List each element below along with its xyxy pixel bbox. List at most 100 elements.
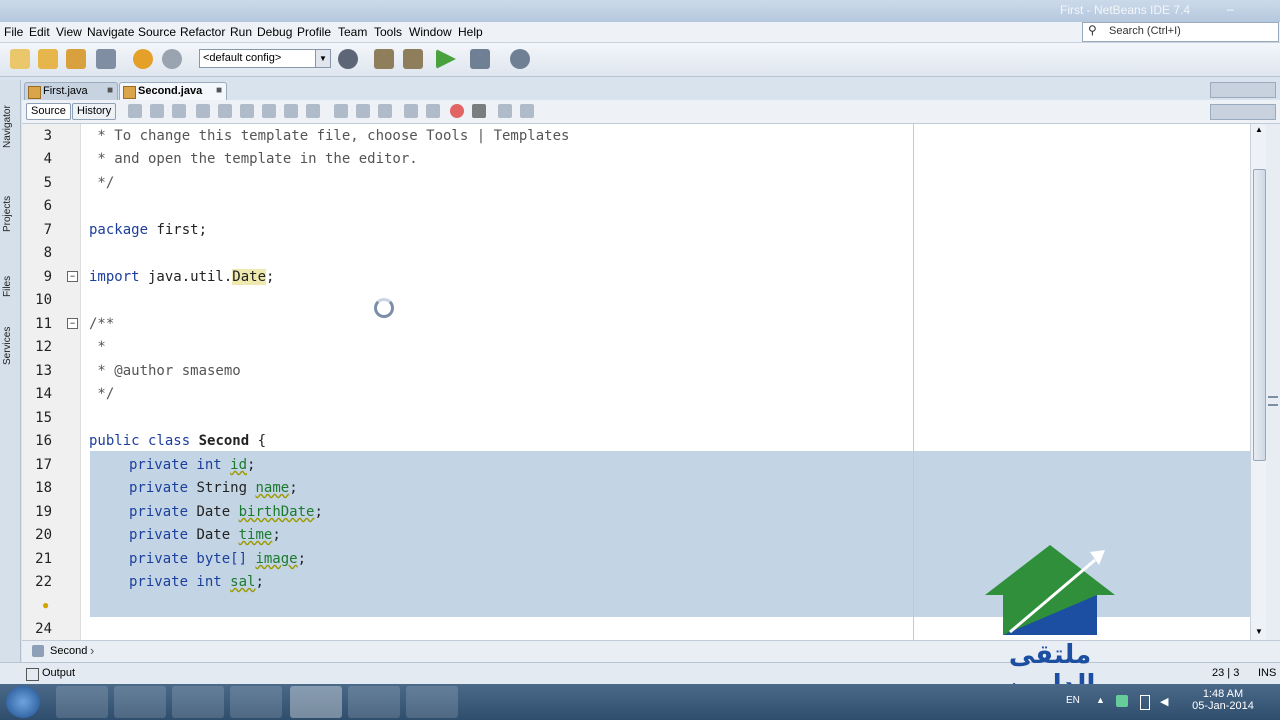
scroll-down-icon[interactable]: ▼ bbox=[1255, 627, 1263, 636]
config-select[interactable]: <default config> ▼ bbox=[199, 49, 331, 68]
language-indicator[interactable]: EN bbox=[1066, 695, 1080, 706]
fold-toggle-icon[interactable]: − bbox=[67, 318, 78, 329]
tab-second-java[interactable]: Second.java ■ bbox=[119, 82, 227, 100]
previous-bookmark-icon[interactable] bbox=[334, 104, 348, 118]
shift-right-icon[interactable] bbox=[426, 104, 440, 118]
menu-navigate[interactable]: Navigate bbox=[87, 25, 134, 39]
code-text: ; bbox=[314, 504, 323, 520]
keyword: private int bbox=[129, 457, 222, 473]
toggle-rectangular-selection-icon[interactable] bbox=[306, 104, 320, 118]
explorer-taskbar-icon[interactable] bbox=[56, 686, 108, 718]
debug-icon[interactable] bbox=[470, 49, 490, 69]
menu-window[interactable]: Window bbox=[409, 25, 452, 39]
breadcrumb-item[interactable]: Second bbox=[50, 645, 87, 657]
close-icon[interactable]: ■ bbox=[216, 85, 222, 96]
lightbulb-icon[interactable]: ● bbox=[42, 598, 49, 612]
save-all-icon[interactable] bbox=[96, 49, 116, 69]
source-button[interactable]: Source bbox=[26, 103, 71, 120]
chevron-down-icon[interactable]: ▼ bbox=[315, 50, 330, 67]
app-taskbar-icon[interactable] bbox=[406, 686, 458, 718]
find-next-icon[interactable] bbox=[262, 104, 276, 118]
close-icon[interactable]: ■ bbox=[107, 85, 113, 96]
window-controls[interactable]: – bbox=[1225, 2, 1280, 18]
back-icon[interactable] bbox=[128, 104, 142, 118]
menu-view[interactable]: View bbox=[56, 25, 82, 39]
tab-scroll-controls[interactable] bbox=[1210, 82, 1276, 98]
forward-icon[interactable] bbox=[150, 104, 164, 118]
volume-icon[interactable]: ◀ bbox=[1160, 695, 1168, 708]
side-tab-navigator[interactable]: Navigator bbox=[2, 98, 18, 148]
netbeans-taskbar-icon[interactable] bbox=[290, 686, 342, 718]
toggle-highlight-icon[interactable] bbox=[284, 104, 298, 118]
app-taskbar-icon[interactable] bbox=[348, 686, 400, 718]
menu-debug[interactable]: Debug bbox=[257, 25, 292, 39]
dropdown-icon[interactable] bbox=[196, 104, 210, 118]
stop-macro-icon[interactable] bbox=[472, 104, 486, 118]
menu-edit[interactable]: Edit bbox=[29, 25, 50, 39]
code-line: import java.util.Date; bbox=[89, 269, 274, 285]
code-line: package first; bbox=[89, 222, 207, 238]
menu-team[interactable]: Team bbox=[338, 25, 367, 39]
menu-source[interactable]: Source bbox=[138, 25, 176, 39]
find-icon[interactable] bbox=[218, 104, 232, 118]
side-tab-projects[interactable]: Projects bbox=[2, 182, 18, 232]
start-button[interactable] bbox=[6, 686, 40, 718]
battery-icon[interactable] bbox=[1140, 695, 1150, 710]
stripe-marker[interactable] bbox=[1268, 404, 1278, 406]
tab-first-java[interactable]: First.java ■ bbox=[24, 82, 118, 100]
menu-run[interactable]: Run bbox=[230, 25, 252, 39]
last-edit-icon[interactable] bbox=[172, 104, 186, 118]
stripe-marker[interactable] bbox=[1268, 396, 1278, 398]
globe-icon[interactable] bbox=[338, 49, 358, 69]
code-line: private Date birthDate; bbox=[129, 504, 323, 520]
side-tab-files[interactable]: Files bbox=[2, 265, 18, 297]
new-project-icon[interactable] bbox=[38, 49, 58, 69]
menu-profile[interactable]: Profile bbox=[297, 25, 331, 39]
uncomment-icon[interactable] bbox=[520, 104, 534, 118]
scrollbar-thumb[interactable] bbox=[1253, 169, 1266, 461]
new-file-icon[interactable] bbox=[10, 49, 30, 69]
redo-icon[interactable] bbox=[162, 49, 182, 69]
undo-icon[interactable] bbox=[133, 49, 153, 69]
line-number: 15 bbox=[35, 410, 52, 426]
side-tab-services[interactable]: Services bbox=[2, 315, 18, 365]
media-player-icon[interactable] bbox=[230, 686, 282, 718]
clean-build-icon[interactable] bbox=[403, 49, 423, 69]
field-name: sal bbox=[230, 574, 256, 590]
fold-toggle-icon[interactable]: − bbox=[67, 271, 78, 282]
tray-expand-icon[interactable]: ▲ bbox=[1096, 695, 1105, 705]
internet-explorer-icon[interactable] bbox=[114, 686, 166, 718]
firefox-icon[interactable] bbox=[172, 686, 224, 718]
toggle-bookmark-icon[interactable] bbox=[378, 104, 392, 118]
shift-left-icon[interactable] bbox=[404, 104, 418, 118]
line-number: 18 bbox=[35, 480, 52, 496]
search-input[interactable]: ⚲ Search (Ctrl+I) bbox=[1082, 22, 1279, 42]
scroll-up-icon[interactable]: ▲ bbox=[1255, 125, 1263, 134]
error-stripe[interactable] bbox=[1266, 124, 1280, 640]
panel-window-controls[interactable] bbox=[1210, 104, 1276, 120]
network-icon[interactable] bbox=[1116, 695, 1128, 707]
profile-icon[interactable] bbox=[510, 49, 530, 69]
next-bookmark-icon[interactable] bbox=[356, 104, 370, 118]
menu-refactor[interactable]: Refactor bbox=[180, 25, 225, 39]
class-icon bbox=[32, 645, 44, 657]
minimize-icon[interactable]: – bbox=[1227, 2, 1234, 16]
find-previous-icon[interactable] bbox=[240, 104, 254, 118]
menu-help[interactable]: Help bbox=[458, 25, 483, 39]
menu-file[interactable]: File bbox=[4, 25, 23, 39]
history-button[interactable]: History bbox=[72, 103, 117, 120]
code-text: ; bbox=[297, 551, 307, 567]
keyword: private byte[] bbox=[129, 551, 248, 567]
run-icon[interactable] bbox=[436, 49, 456, 69]
vertical-scrollbar[interactable]: ▲ ▼ bbox=[1250, 124, 1267, 640]
open-project-icon[interactable] bbox=[66, 49, 86, 69]
output-tab[interactable]: Output bbox=[42, 667, 75, 679]
comment-icon[interactable] bbox=[498, 104, 512, 118]
start-macro-icon[interactable] bbox=[450, 104, 464, 118]
clock-time: 1:48 AM bbox=[1202, 688, 1244, 700]
menu-tools[interactable]: Tools bbox=[374, 25, 402, 39]
clock[interactable]: 1:48 AM 05-Jan-2014 bbox=[1186, 688, 1260, 712]
code-line: * To change this template file, choose T… bbox=[89, 128, 570, 144]
build-icon[interactable] bbox=[374, 49, 394, 69]
insert-mode: INS bbox=[1258, 667, 1277, 679]
